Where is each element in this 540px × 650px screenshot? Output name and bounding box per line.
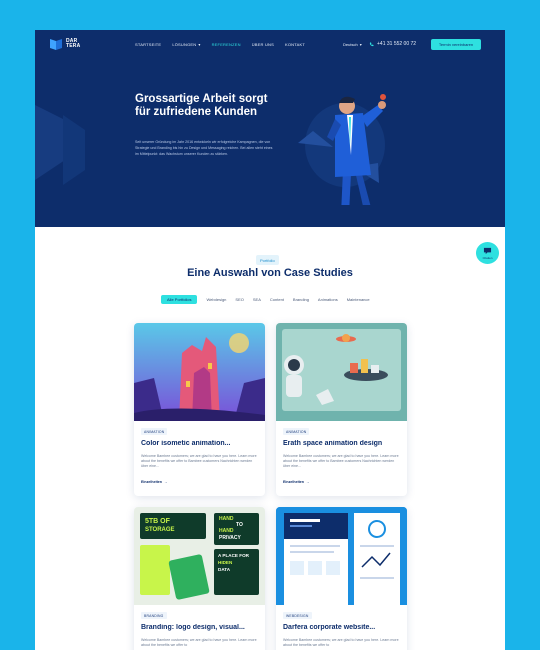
hero-section: DAR TERA STARTSEITE LÖSUNGEN ▾ REFERENZEN… [35,30,505,227]
place-text-2: HIDEN [218,560,233,565]
chat-icon [483,247,492,254]
nav-link-label: REFERENZEN [211,42,241,47]
case-study-card[interactable]: ANIMATION Erath space animation design W… [276,323,407,496]
case-study-card[interactable]: 5TB OF STORAGE HAND TO HAND PRIVACY A PL… [134,507,265,650]
language-selector[interactable]: Deutsch ▾ [343,42,362,47]
case-study-card[interactable]: ANIMATION Color isometic animation... We… [134,323,265,496]
hero-decorative-shape [35,105,85,185]
card-tag: ANIMATION [283,428,310,435]
filter-seo[interactable]: SEO [235,295,243,304]
nav-link-label: LÖSUNGEN [172,42,197,47]
card-description: Welcome Bambee customers; we are glad to… [283,454,399,469]
phone-number: +41 31 552 00 72 [377,41,417,47]
isometric-castle-illustration [134,323,265,421]
nav-links: STARTSEITE LÖSUNGEN ▾ REFERENZEN ÜBER UNS… [135,42,305,47]
card-description: Welcome Bambee customers; we are glad to… [283,638,399,648]
language-label: Deutsch [343,42,358,47]
case-study-card[interactable]: WEBDESIGN Darfera corporate website... W… [276,507,407,650]
logo-text: DAR TERA [66,39,84,49]
phone-icon [369,42,374,46]
space-robot-illustration [276,323,407,421]
logo[interactable]: DAR TERA [49,37,84,51]
chevron-down-icon: ▾ [359,42,362,47]
privacy-panel: HAND TO HAND PRIVACY [214,513,259,545]
hand-text-2: TO [236,522,243,528]
privacy-text: PRIVACY [219,535,241,541]
place-text-1: A PLACE FOR [218,553,249,558]
card-image-branding: 5TB OF STORAGE HAND TO HAND PRIVACY A PL… [134,507,265,605]
chevron-down-icon: ▾ [198,42,201,47]
chat-button[interactable]: Chatten [476,242,499,264]
card-title[interactable]: Color isometic animation... [141,440,259,447]
card-details-link[interactable]: Einzelheiten → [283,480,310,484]
card-title[interactable]: Darfera corporate website... [283,624,401,631]
portfolio-filters: Alle Portfolios Webdesign SEO SEA Conten… [161,295,370,304]
card-title[interactable]: Branding: logo design, visual... [141,624,259,631]
hand-text-1: HAND [219,516,234,522]
nav-link-kontakt[interactable]: KONTAKT [285,42,305,47]
nav-link-referenzen[interactable]: REFERENZEN [212,42,241,47]
card-link-label: Einzelheiten [283,480,304,484]
logo-mark-icon [50,39,62,50]
portfolio-badge: Portfolio [256,255,279,265]
card-image-isometric [134,323,265,421]
storage-panel: 5TB OF STORAGE [140,513,206,539]
filter-all[interactable]: Alle Portfolios [161,295,198,304]
nav-link-loesungen[interactable]: LÖSUNGEN ▾ [172,42,200,47]
website-mockup-illustration [276,507,407,605]
arrow-right-icon: → [305,480,310,484]
nav-link-ueber-uns[interactable]: ÜBER UNS [252,42,274,47]
appointment-button[interactable]: Termin vereinbaren [431,39,481,50]
nav-link-startseite[interactable]: STARTSEITE [135,42,161,47]
card-details-link[interactable]: Einzelheiten → [141,480,168,484]
filter-branding[interactable]: Branding [293,295,309,304]
filter-sea[interactable]: SEA [253,295,261,304]
hero-title: Grossartige Arbeit sorgt für zufriedene … [135,93,268,118]
filter-animations[interactable]: Animations [318,295,338,304]
storage-big-text: 5TB OF [145,518,170,525]
storage-small-text: STORAGE [145,527,175,533]
hero-description: Seit unserer Gründung im Jahr 2016 entwi… [135,140,273,156]
hand-text-3: HAND [219,528,234,534]
section-title: Eine Auswahl von Case Studies [187,267,353,279]
filter-content[interactable]: Content [270,295,284,304]
card-title[interactable]: Erath space animation design [283,440,401,447]
card-image-space [276,323,407,421]
nav-link-label: ÜBER UNS [251,42,274,47]
top-nav: DAR TERA STARTSEITE LÖSUNGEN ▾ REFERENZEN… [35,30,505,60]
phone-mockup [140,545,170,595]
place-text-3: DATA [218,567,231,572]
card-tag: BRANDING [141,612,167,619]
card-description: Welcome Bambee customers; we are glad to… [141,454,257,469]
phone-link[interactable]: +41 31 552 00 72 [369,41,416,47]
card-image-website [276,507,407,605]
arrow-right-icon: → [163,480,168,484]
filter-webdesign[interactable]: Webdesign [206,295,226,304]
card-description: Welcome Bambee customers; we are glad to… [141,638,257,648]
hidden-data-panel: A PLACE FOR HIDEN DATA [214,549,259,595]
filter-maintenance[interactable]: Maintenance [347,295,370,304]
nav-link-label: STARTSEITE [135,42,162,47]
card-mockup [168,553,210,601]
chat-label: Chatten [482,255,493,260]
logo-line-2: TERA [66,43,81,49]
browser-screen: DAR TERA STARTSEITE LÖSUNGEN ▾ REFERENZEN… [35,30,505,650]
card-tag: ANIMATION [141,428,168,435]
card-tag: WEBDESIGN [283,612,312,619]
card-link-label: Einzelheiten [141,480,162,484]
nav-link-label: KONTAKT [285,42,305,47]
businessman-illustration [298,94,386,205]
